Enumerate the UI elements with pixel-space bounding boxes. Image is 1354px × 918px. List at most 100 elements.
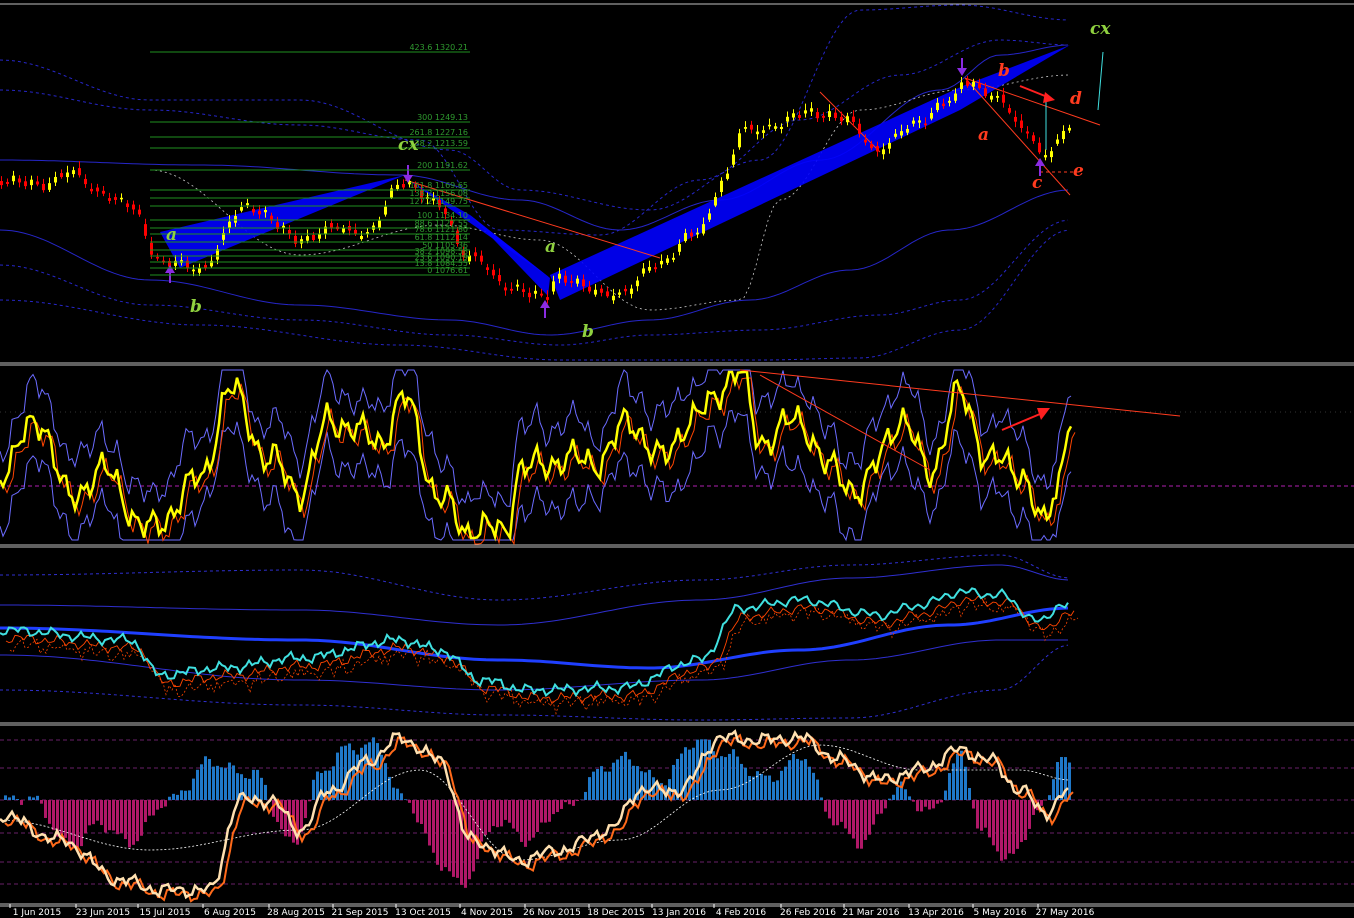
- hist-bar: [488, 800, 491, 833]
- hist-bar: [1044, 800, 1047, 801]
- candle-body: [804, 110, 807, 114]
- hist-bar: [408, 800, 411, 803]
- hist-bar: [148, 800, 151, 816]
- candle-body: [1056, 139, 1059, 144]
- wave-label: cx: [1090, 19, 1111, 39]
- hist-bar: [88, 800, 91, 826]
- candle-body: [978, 83, 981, 89]
- candle-body: [636, 280, 639, 287]
- candle-body: [342, 228, 345, 233]
- hist-bar: [944, 790, 947, 800]
- hist-bar: [684, 747, 687, 800]
- candle-body: [870, 144, 873, 149]
- hist-bar: [792, 754, 795, 800]
- hist-bar: [220, 767, 223, 800]
- hist-bar: [912, 800, 915, 802]
- candle-body: [990, 95, 993, 100]
- hist-bar: [892, 794, 895, 800]
- hist-bar: [36, 795, 39, 800]
- candle-body: [708, 213, 711, 220]
- hist-bar: [936, 800, 939, 804]
- candle-body: [846, 116, 849, 123]
- wave-label: b: [998, 61, 1010, 81]
- candle-body: [504, 287, 507, 291]
- trading-chart[interactable]: 423.6 1320.21300 1249.13261.8 1227.16238…: [0, 0, 1354, 918]
- candle-body: [12, 175, 15, 182]
- hist-bar: [172, 793, 175, 800]
- hist-bar: [896, 787, 899, 800]
- candle-body: [822, 115, 825, 118]
- hist-bar: [952, 763, 955, 800]
- hist-bar: [444, 800, 447, 868]
- candle-body: [642, 268, 645, 274]
- candle-body: [774, 126, 777, 129]
- hist-bar: [776, 780, 779, 800]
- hist-bar: [784, 766, 787, 800]
- hist-bar: [428, 800, 431, 846]
- hist-bar: [588, 777, 591, 800]
- candle-body: [864, 139, 867, 143]
- hist-bar: [492, 800, 495, 827]
- candle-body: [936, 102, 939, 111]
- hist-bar: [1048, 795, 1051, 800]
- candle-body: [234, 215, 237, 223]
- candle-body: [948, 100, 951, 103]
- hist-bar: [812, 772, 815, 800]
- candle-body: [24, 181, 27, 187]
- candle-body: [78, 168, 81, 176]
- hist-bar: [300, 800, 303, 833]
- candle-body: [60, 173, 63, 178]
- hist-bar: [560, 800, 563, 809]
- hist-bar: [216, 765, 219, 800]
- candle-body: [498, 275, 501, 282]
- date-tick-label: 15 Jul 2015: [140, 908, 191, 918]
- hist-bar: [832, 800, 835, 826]
- candle-body: [630, 288, 633, 294]
- hist-bar: [768, 775, 771, 800]
- hist-bar: [988, 800, 991, 838]
- date-tick-label: 21 Mar 2016: [842, 908, 899, 918]
- candle-body: [762, 130, 765, 133]
- candle-body: [702, 224, 705, 234]
- date-tick-label: 27 May 2016: [1036, 908, 1095, 918]
- candle-body: [1008, 108, 1011, 113]
- hist-bar: [124, 800, 127, 840]
- candle-body: [66, 172, 69, 178]
- hist-bar: [924, 800, 927, 807]
- candle-body: [834, 112, 837, 118]
- date-tick-label: 13 Oct 2015: [395, 908, 451, 918]
- candle-body: [492, 269, 495, 276]
- hist-bar: [876, 800, 879, 815]
- candle-body: [258, 210, 261, 215]
- candle-body: [768, 124, 771, 127]
- hist-bar: [800, 760, 803, 800]
- hist-bar: [736, 756, 739, 800]
- hist-bar: [16, 799, 19, 800]
- hist-bar: [864, 800, 867, 840]
- hist-bar: [828, 800, 831, 819]
- date-tick-label: 6 Aug 2015: [204, 908, 256, 918]
- candle-body: [1062, 130, 1065, 140]
- hist-bar: [824, 800, 827, 812]
- hist-bar: [760, 773, 763, 800]
- candle-body: [906, 128, 909, 133]
- hist-bar: [464, 800, 467, 888]
- hist-bar: [624, 751, 627, 800]
- candle-body: [132, 204, 135, 210]
- hist-bar: [76, 800, 79, 848]
- candle-body: [48, 183, 51, 190]
- hist-bar: [144, 800, 147, 823]
- candle-body: [36, 181, 39, 185]
- date-tick-label: 13 Jan 2016: [652, 908, 706, 918]
- fib-label: 423.6 1320.21: [409, 43, 468, 52]
- candle-body: [0, 181, 3, 186]
- candle-body: [138, 209, 141, 215]
- hist-bar: [632, 765, 635, 800]
- hist-bar: [552, 800, 555, 815]
- wave-label: c: [1032, 173, 1043, 193]
- hist-bar: [388, 776, 391, 800]
- hist-bar: [320, 772, 323, 800]
- wave-label: a: [545, 237, 556, 257]
- candle-body: [312, 234, 315, 241]
- candle-body: [618, 292, 621, 295]
